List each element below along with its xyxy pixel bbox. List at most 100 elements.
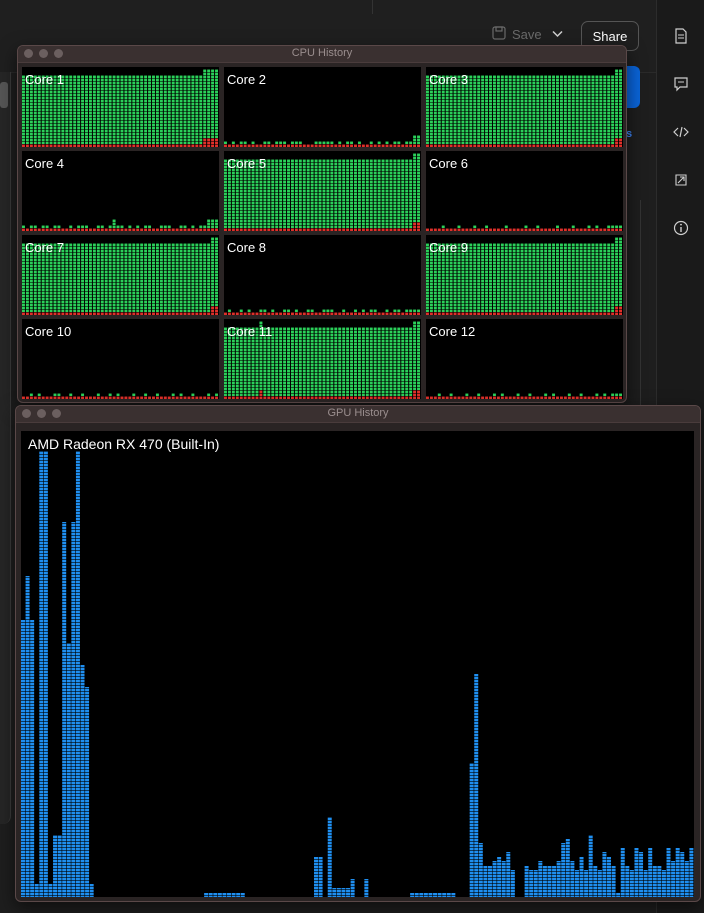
segment-line (426, 186, 623, 187)
user-usage-bar (159, 243, 163, 312)
segment-line (21, 835, 694, 836)
segment-line (21, 724, 694, 725)
segment-line (21, 574, 694, 575)
segment-line (21, 736, 694, 737)
user-usage-bar (215, 237, 218, 306)
user-usage-bar (500, 75, 504, 144)
segment-line (21, 589, 694, 590)
segment-line (426, 93, 623, 94)
segment-line (224, 258, 421, 259)
save-button[interactable]: Save (492, 26, 542, 43)
core-history-cell: Core 10 (22, 319, 219, 399)
segment-line (426, 132, 623, 133)
segment-line (22, 153, 219, 154)
user-usage-bar (481, 243, 485, 312)
segment-line (21, 823, 694, 824)
user-usage-bar (346, 327, 350, 396)
user-usage-bar (175, 243, 179, 312)
share-arrow-icon[interactable] (673, 172, 689, 188)
user-usage-bar (298, 159, 302, 228)
user-usage-bar (330, 159, 334, 228)
gpu-usage-bar (671, 861, 676, 897)
core-label: Core 5 (227, 156, 267, 171)
segment-line (22, 321, 219, 322)
segment-line (22, 171, 219, 172)
system-usage-bar (619, 138, 622, 147)
segment-line (426, 114, 623, 115)
user-usage-bar (477, 243, 481, 312)
info-icon[interactable] (673, 220, 689, 236)
user-usage-bar (144, 75, 148, 144)
segment-line (22, 384, 219, 385)
chevron-down-icon[interactable] (552, 27, 563, 41)
segment-line (21, 838, 694, 839)
segment-line (22, 366, 219, 367)
segment-line (426, 141, 623, 142)
user-usage-bar (275, 159, 279, 228)
segment-line (426, 342, 623, 343)
cpu-history-window[interactable]: CPU History Core 1 Core 2 Core 3 Core 4 Core… (17, 45, 627, 403)
segment-line (21, 877, 694, 878)
cpu-window-titlebar[interactable]: CPU History (18, 46, 626, 63)
segment-line (426, 369, 623, 370)
segment-line (224, 396, 421, 397)
segment-line (224, 279, 421, 280)
segment-line (22, 93, 219, 94)
segment-line (224, 384, 421, 385)
segment-line (22, 300, 219, 301)
user-usage-bar (199, 75, 203, 144)
user-usage-bar (290, 327, 294, 396)
segment-line (22, 189, 219, 190)
user-usage-bar (120, 243, 124, 312)
segment-line (224, 153, 421, 154)
user-usage-bar (409, 159, 413, 228)
document-icon[interactable] (673, 28, 689, 44)
system-usage-bar (259, 390, 263, 399)
segment-line (224, 255, 421, 256)
primary-action-button[interactable] (626, 66, 640, 108)
user-usage-bar (322, 327, 326, 396)
user-usage-bar (148, 75, 152, 144)
segment-line (224, 99, 421, 100)
segment-line (21, 433, 694, 434)
segment-line (21, 679, 694, 680)
segment-line (426, 219, 623, 220)
segment-line (426, 195, 623, 196)
segment-line (22, 99, 219, 100)
segment-line (224, 264, 421, 265)
segment-line (21, 634, 694, 635)
segment-line (21, 637, 694, 638)
segment-line (21, 475, 694, 476)
scrollbar-thumb[interactable] (0, 82, 8, 108)
segment-line (21, 754, 694, 755)
user-usage-bar (271, 159, 275, 228)
segment-line (224, 345, 421, 346)
segment-line (21, 829, 694, 830)
segment-line (224, 192, 421, 193)
left-panel (0, 72, 11, 824)
gpu-history-window[interactable]: GPU History AMD Radeon RX 470 (Built-In) (15, 405, 701, 902)
segment-line (21, 571, 694, 572)
gpu-window-titlebar[interactable]: GPU History (16, 406, 700, 423)
segment-line (21, 529, 694, 530)
user-usage-bar (152, 75, 155, 144)
user-usage-bar (77, 75, 81, 144)
core-label: Core 10 (25, 324, 72, 339)
segment-line (224, 354, 421, 355)
segment-line (22, 120, 219, 121)
segment-line (21, 559, 694, 560)
user-usage-bar (389, 327, 393, 396)
segment-line (22, 285, 219, 286)
segment-line (21, 490, 694, 491)
segment-line (21, 895, 694, 896)
segment-line (21, 769, 694, 770)
code-icon[interactable] (673, 124, 689, 140)
user-usage-bar (302, 159, 306, 228)
user-usage-bar (88, 243, 92, 312)
core-history-cell: Core 9 (426, 235, 623, 315)
user-usage-bar (413, 153, 417, 222)
comment-icon[interactable] (673, 76, 689, 92)
segment-line (426, 99, 623, 100)
segment-line (224, 339, 421, 340)
user-usage-bar (310, 327, 314, 396)
